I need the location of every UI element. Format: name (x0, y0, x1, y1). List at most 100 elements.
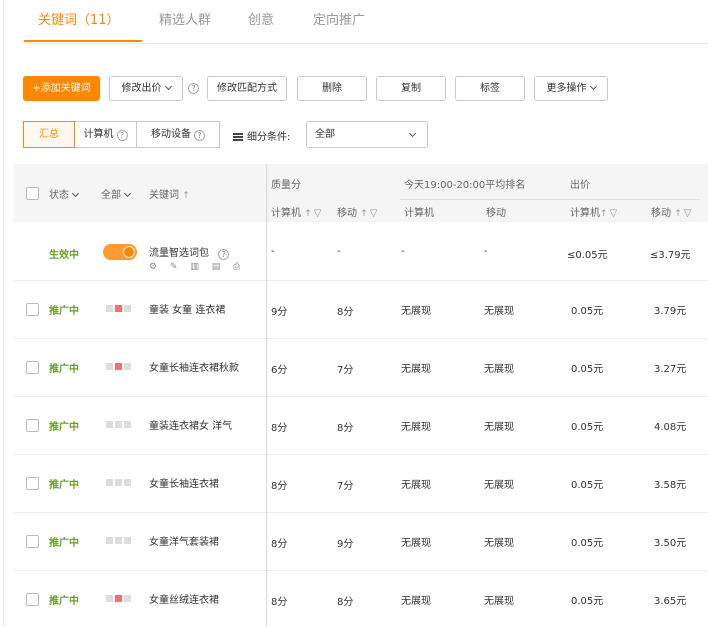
label-mark[interactable] (124, 479, 131, 486)
label-mark[interactable] (124, 305, 131, 312)
bid-computer-value[interactable]: 0.05元 (571, 534, 603, 549)
qs-mobile-label: 移动 (337, 208, 357, 219)
label-mark[interactable] (106, 421, 113, 428)
rank-mobile-value: 无展现 (484, 364, 514, 375)
filter-icon[interactable]: ▽ (314, 208, 322, 219)
status-label: 推广中 (49, 538, 79, 549)
help-icon[interactable]: ? (194, 130, 205, 141)
help-icon[interactable]: ? (116, 130, 128, 141)
label-mark[interactable] (124, 363, 131, 370)
label-mark[interactable] (106, 537, 113, 544)
filter-icon[interactable]: ▽ (684, 208, 692, 219)
smart-keyword-name: 流量智选词包 ? (149, 244, 230, 260)
label-mark[interactable] (115, 305, 122, 312)
header-divider (400, 199, 700, 200)
chevron-down-icon (589, 82, 597, 91)
bid-mobile-value[interactable]: 3.27元 (654, 360, 686, 375)
label-mark[interactable] (115, 479, 122, 486)
row-checkbox[interactable] (26, 535, 39, 548)
bid-computer-value[interactable]: 0.05元 (571, 360, 603, 375)
label-mark[interactable] (115, 363, 122, 370)
row-checkbox[interactable] (26, 419, 39, 432)
select-all-checkbox[interactable] (26, 187, 39, 200)
all-filter-header[interactable]: 全部 (101, 186, 132, 201)
segment-filter-label: 细分条件: (233, 128, 290, 143)
label-mark[interactable] (106, 305, 113, 312)
keyword-text[interactable]: 女童丝绒连衣裙 (149, 591, 219, 606)
tab-targeted-promotion[interactable]: 定向推广 (313, 9, 365, 28)
tab-keywords[interactable]: 关键词（11） (38, 9, 120, 28)
view-computer-label: 计算机 (83, 129, 114, 140)
more-actions-button[interactable]: 更多操作 (534, 76, 608, 101)
status-label: 推广中 (49, 422, 79, 433)
row-action-icons[interactable]: ⚙ ✎ ▥ ▤ ⎙ (149, 262, 245, 272)
qs-mobile-header[interactable]: 移动 ↑ ▽ (337, 204, 377, 219)
tab-selected-audience[interactable]: 精选人群 (159, 9, 211, 28)
bid-mobile-value[interactable]: 3.58元 (654, 476, 686, 491)
label-mark[interactable] (115, 537, 122, 544)
label-mark[interactable] (124, 421, 131, 428)
delete-button[interactable]: 删除 (297, 76, 367, 101)
bid-mobile-value[interactable]: 3.65元 (654, 592, 686, 607)
row-checkbox[interactable] (26, 361, 39, 374)
view-mobile-tab[interactable]: 移动设备? (136, 121, 220, 148)
chevron-down-icon (71, 189, 80, 198)
label-button[interactable]: 标签 (455, 76, 525, 101)
qs-mobile-value: 9分 (337, 539, 354, 550)
filter-icon[interactable]: ▽ (610, 208, 618, 219)
row-checkbox[interactable] (26, 303, 39, 316)
filter-icon[interactable]: ▽ (370, 208, 378, 219)
bid-computer-value[interactable]: ≤0.05元 (567, 246, 608, 261)
label-mark[interactable] (115, 595, 122, 602)
view-summary-tab[interactable]: 汇总 (23, 121, 75, 148)
rank-computer-value: 无展现 (401, 596, 431, 607)
bid-computer-header[interactable]: 计算机↑ ▽ (570, 204, 617, 219)
bid-mobile-value[interactable]: 3.50元 (654, 534, 686, 549)
bid-computer-value[interactable]: 0.05元 (571, 302, 603, 317)
copy-button[interactable]: 复制 (376, 76, 446, 101)
label-mark[interactable] (124, 595, 131, 602)
label-mark[interactable] (115, 421, 122, 428)
bid-computer-value[interactable]: 0.05元 (571, 418, 603, 433)
view-mobile-label: 移动设备 (151, 129, 191, 140)
row-checkbox[interactable] (26, 477, 39, 490)
sort-arrow-icon: ↑ (360, 209, 368, 219)
sort-arrow-icon: ↑ (674, 209, 682, 219)
bid-mobile-value[interactable]: 3.79元 (654, 302, 686, 317)
label-mark[interactable] (106, 595, 113, 602)
bid-computer-value[interactable]: 0.05元 (571, 592, 603, 607)
bid-mobile-header[interactable]: 移动 ↑ ▽ (651, 204, 691, 219)
status-toggle[interactable] (103, 244, 137, 260)
rank-computer-value: 无展现 (401, 364, 431, 375)
view-computer-tab[interactable]: 计算机? (74, 121, 137, 148)
qs-computer-value: 9分 (271, 307, 288, 318)
segment-filter-text: 细分条件: (247, 132, 291, 143)
bid-computer-value[interactable]: 0.05元 (571, 476, 603, 491)
qs-mobile-value: 8分 (337, 307, 354, 318)
keyword-header[interactable]: 关键词 ↑ (149, 186, 190, 201)
modify-match-button[interactable]: 修改匹配方式 (207, 76, 287, 101)
segment-filter-value: 全部 (315, 129, 335, 140)
qs-computer-header[interactable]: 计算机 ↑ ▽ (271, 204, 321, 219)
keyword-text[interactable]: 女童长袖连衣裙 (149, 475, 219, 490)
keyword-header-label: 关键词 (149, 190, 179, 201)
label-mark[interactable] (106, 363, 113, 370)
segment-filter-select[interactable]: 全部 (306, 121, 428, 148)
keyword-text[interactable]: 童装连衣裙女 洋气 (149, 417, 232, 432)
bid-mobile-value[interactable]: 4.08元 (654, 418, 686, 433)
help-icon[interactable]: ? (188, 83, 199, 94)
row-checkbox[interactable] (26, 593, 39, 606)
label-mark[interactable] (124, 537, 131, 544)
keyword-text[interactable]: 女童长袖连衣裙秋款 (149, 359, 239, 374)
modify-bid-button[interactable]: 修改出价 (109, 76, 183, 101)
help-icon[interactable]: ? (218, 249, 230, 260)
keyword-text[interactable]: 童装 女童 连衣裙 (149, 301, 225, 316)
rank-computer-value: 无展现 (401, 480, 431, 491)
bid-mobile-value[interactable]: ≤3.79元 (650, 246, 691, 261)
status-label: 推广中 (49, 596, 79, 607)
label-mark[interactable] (106, 479, 113, 486)
status-header[interactable]: 状态 (49, 186, 80, 201)
add-keyword-button[interactable]: +添加关键词 (23, 76, 100, 101)
keyword-text[interactable]: 女童洋气套装裙 (149, 533, 219, 548)
tab-creative[interactable]: 创意 (248, 9, 274, 28)
